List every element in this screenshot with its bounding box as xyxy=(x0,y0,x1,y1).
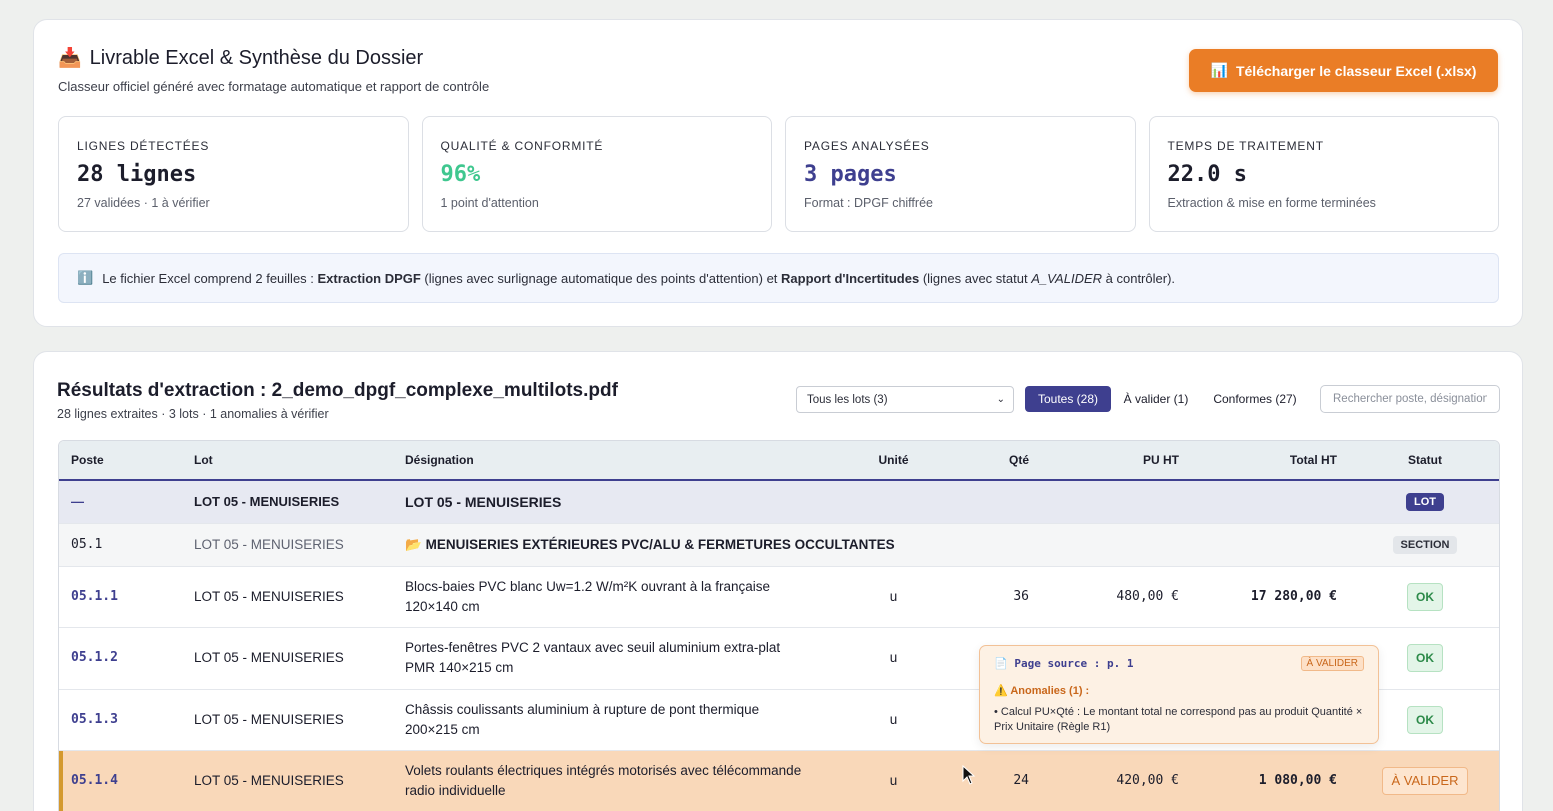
table-header-row: Poste Lot Désignation Unité Qté PU HT To… xyxy=(59,441,1499,481)
lot-cell: LOT 05 - MENUISERIES xyxy=(182,523,393,567)
stat-value: 28 lignes xyxy=(77,162,197,187)
status-badge: OK xyxy=(1407,705,1443,734)
results-subtitle: 28 lignes extraites · 3 lots · 1 anomali… xyxy=(57,407,329,421)
stat-label: LIGNES DÉTECTÉES xyxy=(77,139,210,153)
poste-link[interactable]: 05.1.1 xyxy=(59,566,182,628)
column-header-poste[interactable]: Poste xyxy=(59,441,182,481)
column-header-total[interactable]: Total HT xyxy=(1191,441,1349,481)
info-icon: ℹ️ xyxy=(77,270,94,285)
stat-value: 22.0 s xyxy=(1167,162,1247,187)
unit-price-cell: 420,00 € xyxy=(1041,750,1191,811)
designation-cell: LOT 05 - MENUISERIES xyxy=(393,480,838,524)
stat-value: 3 pages xyxy=(804,162,897,187)
summary-title-text: Livrable Excel & Synthèse du Dossier xyxy=(89,46,424,69)
table-row-warning[interactable]: 05.1.4 LOT 05 - MENUISERIES Volets roula… xyxy=(59,750,1499,811)
unit-cell: u xyxy=(838,566,949,628)
stat-lines: LIGNES DÉTECTÉES 28 lignes 27 validées ·… xyxy=(58,116,409,232)
designation-cell: 📂 MENUISERIES EXTÉRIEURES PVC/ALU & FERM… xyxy=(393,523,1349,567)
inbox-tray-icon: 📥 xyxy=(58,48,82,69)
lot-cell: LOT 05 - MENUISERIES xyxy=(182,627,393,690)
stat-label: PAGES ANALYSÉES xyxy=(804,139,930,153)
page-icon: 📄 xyxy=(994,657,1008,670)
stat-value: 96% xyxy=(440,162,481,187)
stat-label: TEMPS DE TRAITEMENT xyxy=(1167,139,1324,153)
excel-info-banner: ℹ️ Le fichier Excel comprend 2 feuilles … xyxy=(58,253,1499,303)
designation-cell: Volets roulants électriques intégrés mot… xyxy=(393,750,838,811)
status-badge: OK xyxy=(1407,582,1443,611)
column-header-designation[interactable]: Désignation xyxy=(393,441,838,481)
filter-to-validate-button[interactable]: À valider (1) xyxy=(1118,386,1194,412)
chart-icon: 📊 xyxy=(1210,62,1228,78)
tooltip-header: 📄 Page source : p. 1 À VALIDER xyxy=(994,656,1364,671)
section-badge: SECTION xyxy=(1392,535,1458,554)
stat-note: Format : DPGF chiffrée xyxy=(804,196,933,210)
column-header-status[interactable]: Statut xyxy=(1349,441,1499,481)
lot-select-value: Tous les lots (3) xyxy=(807,393,888,406)
column-header-unit-price[interactable]: PU HT xyxy=(1041,441,1191,481)
total-cell: 1 080,00 € xyxy=(1191,750,1349,811)
poste-link[interactable]: 05.1.2 xyxy=(59,627,182,690)
status-badge: À VALIDER xyxy=(1381,767,1469,796)
summary-title: 📥 Livrable Excel & Synthèse du Dossier xyxy=(58,46,423,70)
summary-subtitle: Classeur officiel généré avec formatage … xyxy=(58,79,490,94)
poste-link[interactable]: 05.1.4 xyxy=(59,750,182,811)
total-cell: 17 280,00 € xyxy=(1191,566,1349,628)
chevron-down-icon: ⌄ xyxy=(996,394,1005,405)
unit-price-cell: 480,00 € xyxy=(1041,566,1191,628)
poste-link[interactable]: 05.1.3 xyxy=(59,689,182,751)
warning-icon: ⚠️ xyxy=(994,685,1008,697)
results-table: Poste Lot Désignation Unité Qté PU HT To… xyxy=(58,440,1500,811)
export-summary-card: 📥 Livrable Excel & Synthèse du Dossier C… xyxy=(33,19,1523,327)
download-excel-button[interactable]: 📊 Télécharger le classeur Excel (.xlsx) xyxy=(1189,49,1498,92)
designation-cell: Châssis coulissants aluminium à rupture … xyxy=(393,689,838,751)
column-header-lot[interactable]: Lot xyxy=(182,441,393,481)
stat-note: 27 validées · 1 à vérifier xyxy=(77,196,210,210)
lot-badge: LOT xyxy=(1406,492,1444,511)
folder-open-icon: 📂 xyxy=(405,536,422,552)
stat-label: QUALITÉ & CONFORMITÉ xyxy=(440,139,604,153)
poste-cell: — xyxy=(59,480,182,524)
stats-row: LIGNES DÉTECTÉES 28 lignes 27 validées ·… xyxy=(58,116,1499,232)
mouse-cursor-icon xyxy=(962,765,976,785)
lot-cell: LOT 05 - MENUISERIES xyxy=(182,480,393,524)
stat-processing-time: TEMPS DE TRAITEMENT 22.0 s Extraction & … xyxy=(1148,116,1499,232)
search-input[interactable] xyxy=(1320,385,1500,413)
qty-cell: 36 xyxy=(949,566,1041,628)
anomalies-title: ⚠️ Anomalies (1) : xyxy=(994,685,1090,697)
lot-cell: LOT 05 - MENUISERIES xyxy=(182,566,393,628)
lot-row[interactable]: — LOT 05 - MENUISERIES LOT 05 - MENUISER… xyxy=(59,480,1499,524)
tooltip-status-badge: À VALIDER xyxy=(1300,656,1364,671)
stat-quality: QUALITÉ & CONFORMITÉ 96% 1 point d'atten… xyxy=(421,116,772,232)
tooltip-source: Page source : p. 1 xyxy=(1014,657,1134,670)
column-header-unit[interactable]: Unité xyxy=(838,441,949,481)
stat-pages: PAGES ANALYSÉES 3 pages Format : DPGF ch… xyxy=(785,116,1136,232)
unit-cell: u xyxy=(838,689,949,751)
anomaly-tooltip: 📄 Page source : p. 1 À VALIDER ⚠️ Anomal… xyxy=(979,645,1379,744)
status-badge: OK xyxy=(1407,644,1443,673)
unit-cell: u xyxy=(838,627,949,690)
column-header-qty[interactable]: Qté xyxy=(949,441,1041,481)
lot-filter-select[interactable]: Tous les lots (3) ⌄ xyxy=(796,386,1014,413)
designation-cell: Blocs-baies PVC blanc Uw=1.2 W/m²K ouvra… xyxy=(393,566,838,628)
stat-note: 1 point d'attention xyxy=(440,196,539,210)
download-button-label: Télécharger le classeur Excel (.xlsx) xyxy=(1235,62,1477,79)
filter-all-button[interactable]: Toutes (28) xyxy=(1025,386,1111,412)
lot-cell: LOT 05 - MENUISERIES xyxy=(182,750,393,811)
lot-cell: LOT 05 - MENUISERIES xyxy=(182,689,393,751)
poste-cell: 05.1 xyxy=(59,523,182,567)
info-text: Le fichier Excel comprend 2 feuilles : E… xyxy=(102,270,1176,286)
stat-note: Extraction & mise en forme terminées xyxy=(1167,196,1376,210)
filter-compliant-button[interactable]: Conformes (27) xyxy=(1205,386,1305,412)
designation-cell: Portes-fenêtres PVC 2 vantaux avec seuil… xyxy=(393,627,838,690)
table-row[interactable]: 05.1.1 LOT 05 - MENUISERIES Blocs-baies … xyxy=(59,566,1499,628)
anomaly-text: • Calcul PU×Qté : Le montant total ne co… xyxy=(994,706,1363,733)
unit-cell: u xyxy=(838,750,949,811)
results-title: Résultats d'extraction : 2_demo_dpgf_com… xyxy=(57,380,618,401)
section-row[interactable]: 05.1 LOT 05 - MENUISERIES 📂 MENUISERIES … xyxy=(59,523,1499,567)
